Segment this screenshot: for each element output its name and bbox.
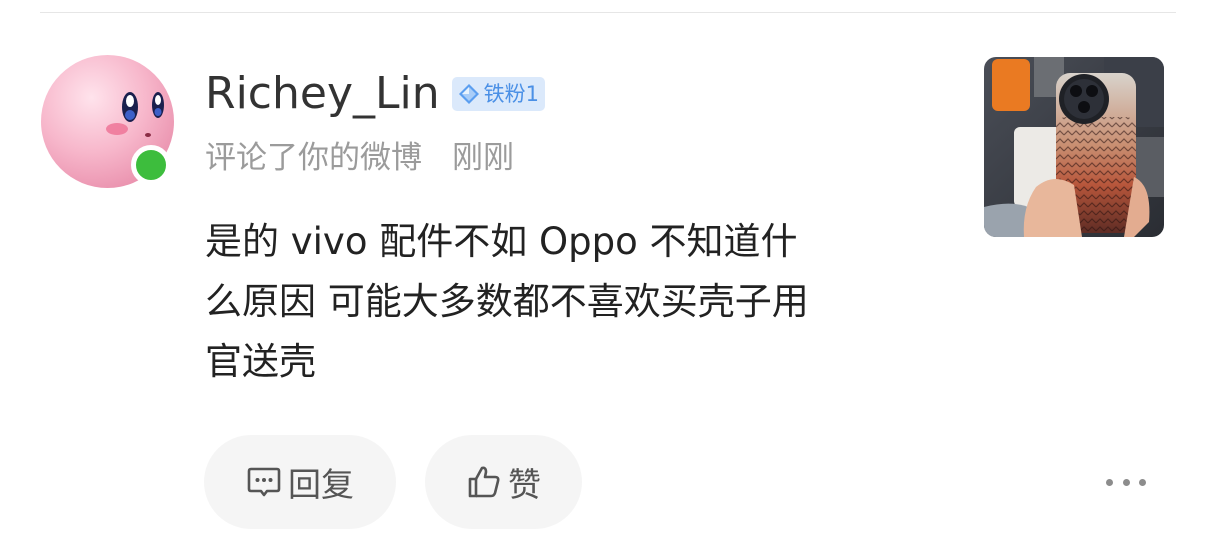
reply-button[interactable]: 回复 (204, 435, 396, 529)
comment-meta: 评论了你的微博 刚刚 (205, 134, 514, 176)
like-button[interactable]: 赞 (425, 435, 582, 529)
comment-bubble-icon (247, 467, 281, 497)
comment-line: 官送壳 (205, 340, 316, 383)
username[interactable]: Richey_Lin (205, 66, 440, 122)
more-dots-icon (1139, 478, 1146, 486)
username-row: Richey_Lin 铁粉1 (205, 66, 545, 122)
thumbs-up-icon (468, 466, 500, 498)
more-dots-icon (1106, 478, 1113, 486)
like-label: 赞 (508, 465, 541, 504)
top-divider (40, 12, 1176, 13)
reply-label: 回复 (288, 465, 354, 504)
action-text: 评论了你的微博 (205, 139, 422, 176)
weibo-thumbnail[interactable] (984, 57, 1164, 237)
fan-level-badge[interactable]: 铁粉1 (451, 77, 545, 111)
timestamp: 刚刚 (452, 139, 514, 176)
comment-content[interactable]: 是的 vivo 配件不如 Oppo 不知道什 么原因 可能大多数都不喜欢买壳子用… (205, 212, 945, 392)
fan-badge-label: 铁粉1 (483, 82, 539, 106)
diamond-icon (458, 84, 479, 104)
more-dots-icon (1122, 478, 1130, 486)
comment-line: 是的 vivo 配件不如 Oppo 不知道什 (205, 220, 798, 263)
online-status-indicator (131, 145, 171, 185)
more-options-button[interactable] (1106, 470, 1146, 494)
comment-line: 么原因 可能大多数都不喜欢买壳子用 (205, 280, 809, 323)
phone-case-photo (984, 57, 1164, 237)
